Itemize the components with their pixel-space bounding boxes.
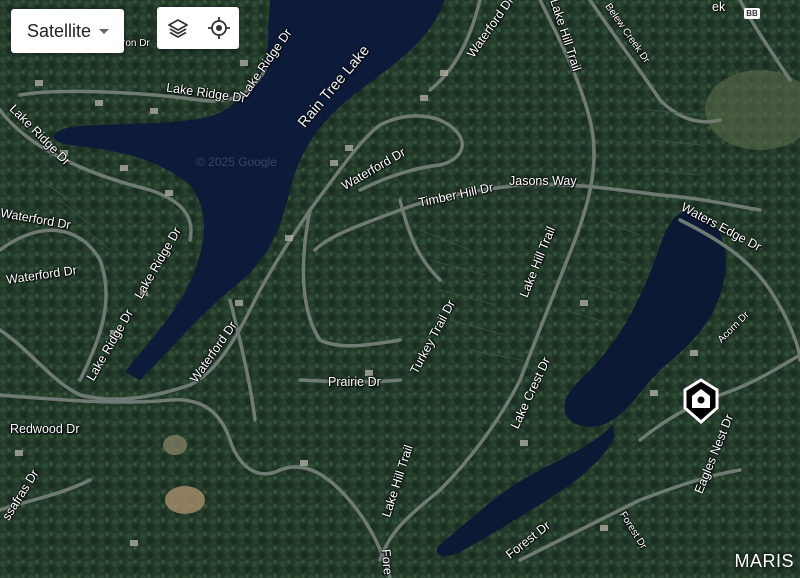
chevron-down-icon <box>99 28 110 34</box>
property-pin-icon[interactable] <box>683 378 719 424</box>
highway-shield: BB <box>744 8 760 19</box>
crosshair-icon <box>207 17 230 39</box>
layers-button[interactable] <box>157 7 198 49</box>
map-copyright: © 2025 Google <box>196 155 277 169</box>
brand-watermark: MARIS <box>734 551 794 571</box>
layers-icon <box>167 19 188 38</box>
clearing <box>163 435 187 455</box>
map-imagery <box>0 0 800 578</box>
map-tool-buttons <box>157 7 239 49</box>
satellite-map[interactable]: © 2025 Google Rain Tree Lake Lake Ridge … <box>0 0 800 578</box>
map-type-dropdown[interactable]: Satellite <box>11 9 124 53</box>
my-location-button[interactable] <box>198 7 239 49</box>
map-type-label: Satellite <box>27 20 92 41</box>
clearing <box>165 486 205 514</box>
